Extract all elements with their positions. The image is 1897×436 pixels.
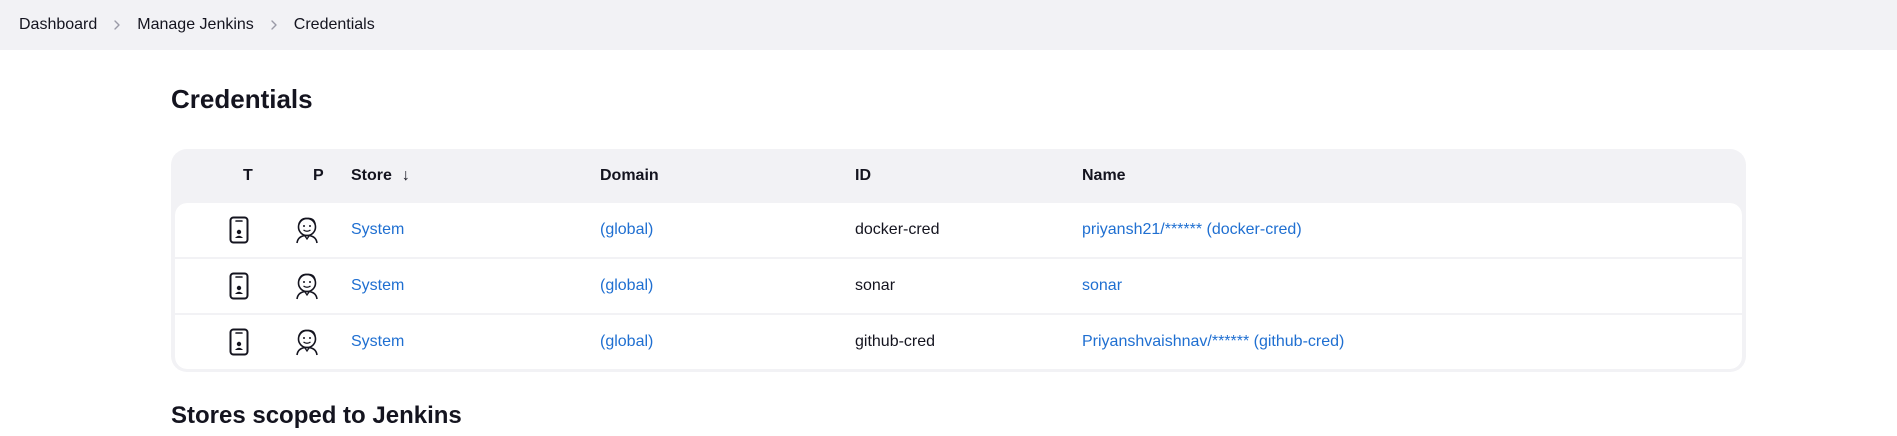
mobile-id-card-icon [225,203,253,257]
breadcrumb-manage-jenkins[interactable]: Manage Jenkins [137,16,254,34]
domain-link[interactable]: (global) [600,277,653,295]
credentials-table: T P Store ↓ Domain ID Name System (globa… [171,149,1746,372]
credential-name-link[interactable]: priyansh21/****** (docker-cred) [1082,221,1302,239]
credential-id: docker-cred [855,221,940,238]
column-header-id[interactable]: ID [855,149,871,203]
domain-link[interactable]: (global) [600,221,653,239]
mobile-id-card-icon [225,315,253,369]
table-row: System (global) github-cred Priyanshvais… [175,315,1742,369]
stores-section-title: Stores scoped to Jenkins [171,402,462,429]
table-body: System (global) docker-cred priyansh21/*… [175,203,1742,369]
credential-id: sonar [855,277,896,294]
sort-arrow-down-icon: ↓ [401,167,410,184]
breadcrumb: Dashboard Manage Jenkins Credentials [0,0,1897,50]
mobile-id-card-icon [225,259,253,313]
table-row: System (global) docker-cred priyansh21/*… [175,203,1742,257]
chevron-right-icon [254,19,294,31]
credential-name-link[interactable]: Priyanshvaishnav/****** (github-cred) [1082,333,1344,351]
chevron-right-icon [97,19,137,31]
store-link[interactable]: System [351,277,404,295]
store-link[interactable]: System [351,221,404,239]
table-header: T P Store ↓ Domain ID Name [175,149,1742,203]
column-header-name[interactable]: Name [1082,149,1126,203]
column-header-store[interactable]: Store ↓ [351,149,410,203]
column-header-domain[interactable]: Domain [600,149,659,203]
table-row: System (global) sonar sonar [175,259,1742,313]
credential-id: github-cred [855,333,936,350]
breadcrumb-credentials[interactable]: Credentials [294,16,375,34]
domain-link[interactable]: (global) [600,333,653,351]
jenkins-butler-icon [292,259,322,313]
store-link[interactable]: System [351,333,404,351]
column-header-provider: P [313,167,324,184]
column-header-type: T [243,167,253,184]
jenkins-butler-icon [292,315,322,369]
credential-name-link[interactable]: sonar [1082,277,1122,295]
column-header-store-label: Store [351,167,392,184]
breadcrumb-dashboard[interactable]: Dashboard [19,16,97,34]
jenkins-butler-icon [292,203,322,257]
page-title: Credentials [171,84,313,114]
